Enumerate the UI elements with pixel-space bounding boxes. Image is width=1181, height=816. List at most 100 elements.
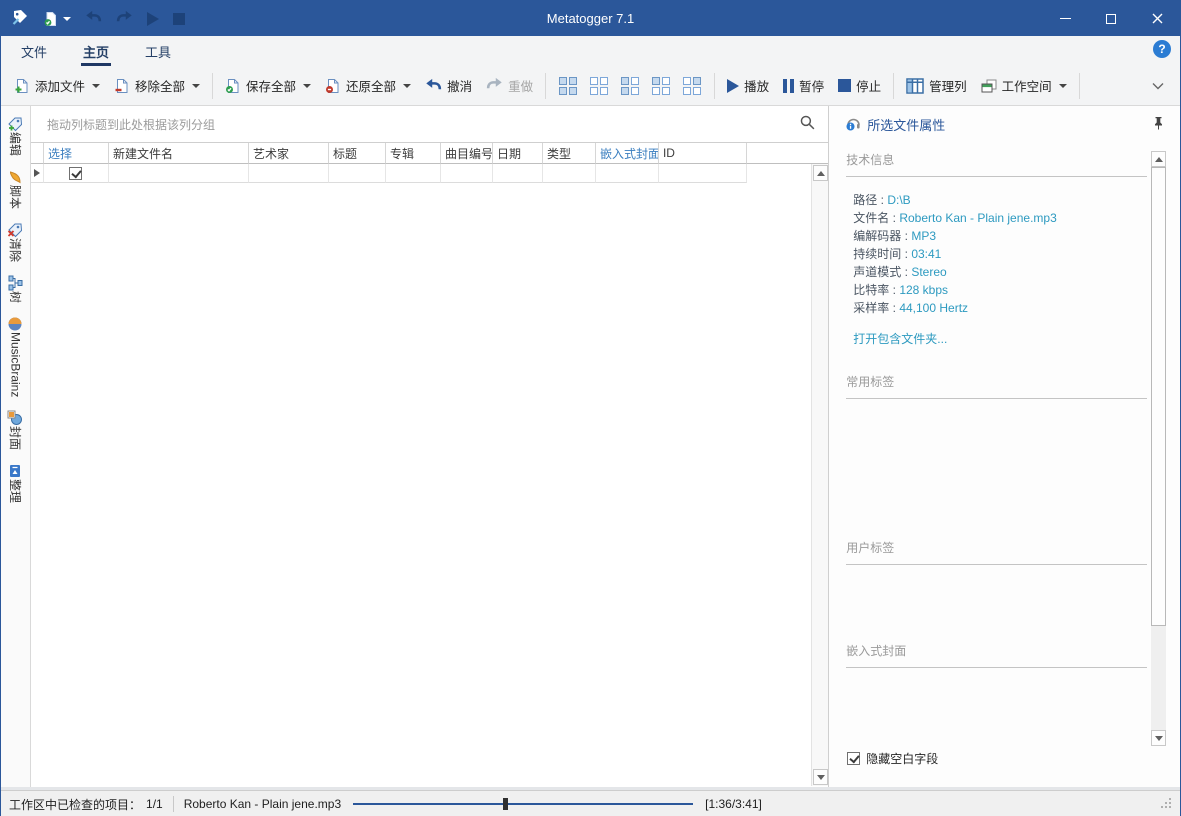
undo-button[interactable]: 撤消 bbox=[418, 71, 479, 101]
toolbar-separator bbox=[1079, 73, 1080, 99]
close-button[interactable] bbox=[1134, 1, 1180, 36]
column-header-select[interactable]: 选择 bbox=[44, 143, 109, 164]
manage-columns-button[interactable]: 管理列 bbox=[899, 71, 974, 101]
sidebar-item-scripts[interactable]: 脚本 bbox=[7, 166, 24, 209]
panel-scroll-up-button[interactable] bbox=[1151, 151, 1166, 167]
row-cell bbox=[441, 164, 493, 183]
play-icon bbox=[727, 79, 739, 93]
tab-home[interactable]: 主页 bbox=[81, 36, 111, 67]
qat-undo-button[interactable] bbox=[85, 10, 102, 28]
tech-label: 持续时间 bbox=[853, 247, 901, 261]
toolbar-overflow-button[interactable] bbox=[1152, 79, 1164, 93]
sidebar-item-edit[interactable]: 编辑 bbox=[7, 113, 24, 156]
playback-slider-track[interactable] bbox=[353, 803, 693, 805]
play-button[interactable]: 播放 bbox=[720, 71, 776, 101]
tab-file[interactable]: 文件 bbox=[19, 36, 49, 67]
column-header-title[interactable]: 标题 bbox=[329, 143, 386, 164]
restore-file-icon bbox=[325, 78, 341, 94]
app-window: Metatogger 7.1 文件 主页 工具 ? 添加文件 移除全部 保存全部 bbox=[0, 0, 1181, 816]
qat-save-all-button[interactable] bbox=[43, 11, 71, 27]
remove-file-icon bbox=[114, 78, 130, 94]
tab-tools[interactable]: 工具 bbox=[143, 36, 173, 67]
script-icon bbox=[7, 166, 23, 182]
row-select-cell[interactable] bbox=[44, 164, 109, 183]
grid-vertical-scrollbar[interactable] bbox=[811, 164, 828, 786]
restore-all-dropdown-caret[interactable] bbox=[403, 84, 411, 88]
qat-stop-button[interactable] bbox=[173, 13, 185, 25]
table-row[interactable] bbox=[31, 164, 828, 183]
manage-columns-label: 管理列 bbox=[929, 76, 967, 95]
stop-button[interactable]: 停止 bbox=[831, 71, 888, 101]
add-files-dropdown-caret[interactable] bbox=[92, 84, 100, 88]
pin-icon[interactable] bbox=[1153, 116, 1164, 133]
tech-value: Stereo bbox=[911, 265, 946, 279]
column-header-embeddedcover[interactable]: 嵌入式封面 bbox=[596, 143, 659, 164]
column-header-album[interactable]: 专辑 bbox=[386, 143, 441, 164]
save-all-dropdown-caret[interactable] bbox=[303, 84, 311, 88]
row-checkbox[interactable] bbox=[69, 167, 82, 180]
tech-separator: : bbox=[889, 211, 899, 225]
column-header-genre[interactable]: 类型 bbox=[543, 143, 596, 164]
layout-preset-none-icon[interactable] bbox=[590, 77, 608, 95]
tech-row: 文件名 : Roberto Kan - Plain jene.mp3 bbox=[853, 209, 1147, 227]
tech-label: 文件名 bbox=[853, 211, 889, 225]
panel-scrollbar-thumb[interactable] bbox=[1151, 167, 1166, 626]
pause-button[interactable]: 暂停 bbox=[776, 71, 831, 101]
qat-save-dropdown-caret[interactable] bbox=[63, 17, 71, 21]
qat-play-button[interactable] bbox=[147, 12, 159, 26]
open-containing-folder-link[interactable]: 打开包含文件夹... bbox=[853, 330, 1147, 347]
column-header-newfilename[interactable]: 新建文件名 bbox=[109, 143, 249, 164]
add-files-button[interactable]: 添加文件 bbox=[7, 71, 107, 101]
layout-preset-left-icon[interactable] bbox=[621, 77, 639, 95]
row-arrow-icon bbox=[34, 169, 40, 177]
workspace-dropdown-caret[interactable] bbox=[1059, 84, 1067, 88]
layout-preset-all-icon[interactable] bbox=[559, 77, 577, 95]
sidebar-item-tree[interactable]: 树 bbox=[7, 272, 24, 303]
checked-items-value: 1/1 bbox=[146, 797, 163, 811]
row-cell bbox=[386, 164, 441, 183]
panel-scroll-down-button[interactable] bbox=[1151, 730, 1166, 746]
scroll-down-button[interactable] bbox=[813, 769, 828, 785]
search-icon[interactable] bbox=[799, 114, 816, 134]
tag-clear-icon bbox=[7, 219, 23, 235]
column-header-artist[interactable]: 艺术家 bbox=[249, 143, 329, 164]
sidebar-item-label: 脚本 bbox=[7, 185, 24, 209]
sidebar-item-musicbrainz[interactable]: MusicBrainz bbox=[7, 313, 23, 397]
now-playing-track: Roberto Kan - Plain jene.mp3 bbox=[184, 797, 341, 811]
hide-empty-fields-checkbox[interactable] bbox=[847, 752, 860, 765]
column-header-date[interactable]: 日期 bbox=[493, 143, 543, 164]
remove-all-button[interactable]: 移除全部 bbox=[107, 71, 207, 101]
remove-all-dropdown-caret[interactable] bbox=[192, 84, 200, 88]
sidebar-item-clear[interactable]: 清除 bbox=[7, 219, 24, 262]
maximize-button[interactable] bbox=[1088, 1, 1134, 36]
scroll-up-button[interactable] bbox=[813, 165, 828, 181]
undo-icon bbox=[425, 78, 442, 93]
help-button[interactable]: ? bbox=[1153, 40, 1171, 58]
resize-grip[interactable] bbox=[1160, 797, 1172, 812]
playback-slider[interactable] bbox=[353, 797, 693, 811]
group-by-bar[interactable]: 拖动列标题到此处根据该列分组 bbox=[31, 106, 828, 143]
minimize-button[interactable] bbox=[1042, 1, 1088, 36]
tech-value: MP3 bbox=[911, 229, 936, 243]
layout-preset-topleft-icon[interactable] bbox=[652, 77, 670, 95]
layout-preset-topright-icon[interactable] bbox=[683, 77, 701, 95]
playback-slider-thumb[interactable] bbox=[503, 798, 508, 810]
hide-empty-fields-option[interactable]: 隐藏空白字段 bbox=[847, 750, 938, 767]
sidebar-item-organize[interactable]: 整理 bbox=[7, 460, 24, 503]
column-header-tracknumber[interactable]: 曲目编号 bbox=[441, 143, 493, 164]
column-header-id[interactable]: ID bbox=[659, 143, 747, 164]
redo-button[interactable]: 重做 bbox=[479, 71, 540, 101]
tech-label: 比特率 bbox=[853, 283, 889, 297]
save-all-button[interactable]: 保存全部 bbox=[218, 71, 318, 101]
restore-all-button[interactable]: 还原全部 bbox=[318, 71, 418, 101]
tech-value: Roberto Kan - Plain jene.mp3 bbox=[899, 211, 1056, 225]
qat-redo-button[interactable] bbox=[116, 10, 133, 28]
panel-title: 所选文件属性 bbox=[867, 115, 945, 134]
sidebar-item-label: 树 bbox=[7, 291, 24, 303]
workspace-button[interactable]: 工作空间 bbox=[974, 71, 1074, 101]
sidebar-item-covers[interactable]: 封面 bbox=[7, 407, 24, 450]
left-sidebar: 编辑 脚本 清除 树 MusicBrainz 封面 bbox=[1, 106, 31, 787]
tech-row: 采样率 : 44,100 Hertz bbox=[853, 299, 1147, 317]
panel-vertical-scrollbar[interactable] bbox=[1151, 151, 1166, 746]
tech-row: 持续时间 : 03:41 bbox=[853, 245, 1147, 263]
